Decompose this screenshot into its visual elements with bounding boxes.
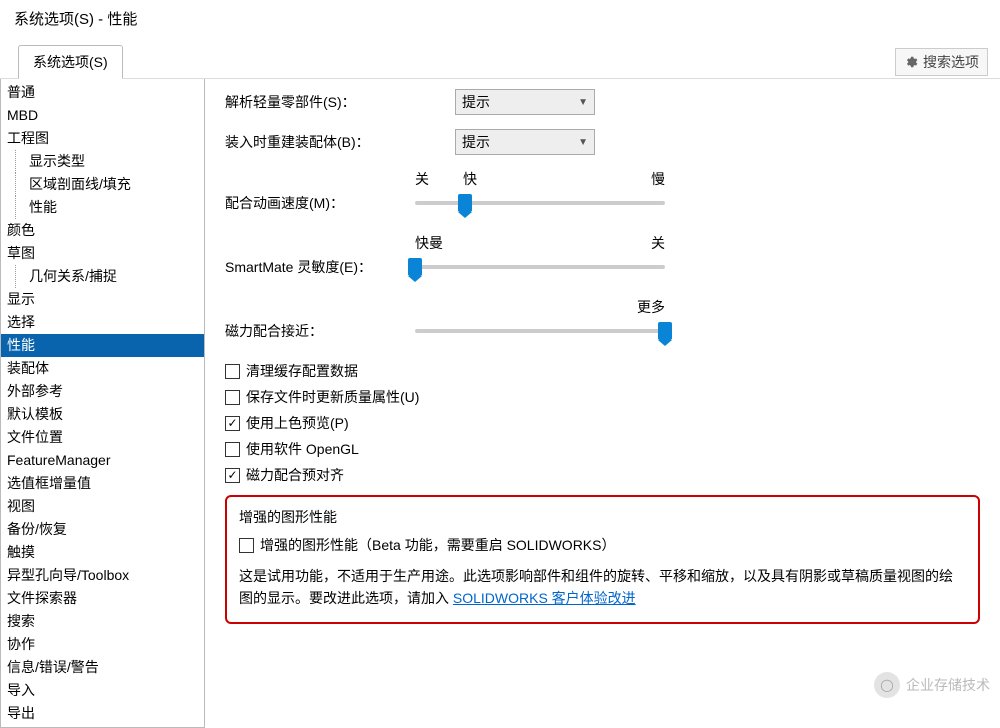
sidebar-item[interactable]: 草图 bbox=[1, 242, 204, 265]
animation-speed-label: 配合动画速度(M)： bbox=[225, 193, 415, 213]
slider1-label-fast: 快 bbox=[463, 169, 477, 189]
smartmate-sensitivity-slider[interactable] bbox=[415, 265, 665, 269]
sidebar-item[interactable]: 备份/恢复 bbox=[1, 518, 204, 541]
slider-thumb[interactable] bbox=[658, 322, 672, 340]
checkbox-label: 使用软件 OpenGL bbox=[246, 439, 359, 459]
enhanced-graphics-description: 这是试用功能，不适用于生产用途。此选项影响部件和组件的旋转、平移和缩放，以及具有… bbox=[239, 565, 966, 610]
slider-thumb[interactable] bbox=[408, 258, 422, 276]
sidebar-item[interactable]: 导出 bbox=[1, 702, 204, 725]
enhanced-graphics-checkbox[interactable] bbox=[239, 538, 254, 553]
sidebar-item[interactable]: 选择 bbox=[1, 311, 204, 334]
sidebar-item[interactable]: 异型孔向导/Toolbox bbox=[1, 564, 204, 587]
checkbox[interactable] bbox=[225, 364, 240, 379]
sidebar-item[interactable]: FeatureManager bbox=[1, 449, 204, 472]
slider1-label-slow: 慢 bbox=[651, 169, 665, 189]
enhanced-graphics-title: 增强的图形性能 bbox=[239, 507, 966, 527]
sidebar-item[interactable]: 搜索 bbox=[1, 610, 204, 633]
enhanced-graphics-check-label: 增强的图形性能（Beta 功能，需要重启 SOLIDWORKS） bbox=[260, 535, 615, 555]
checkbox[interactable] bbox=[225, 442, 240, 457]
watermark-logo-icon: ◯ bbox=[874, 672, 900, 698]
window-title: 系统选项(S) - 性能 bbox=[0, 0, 1000, 39]
sidebar-item[interactable]: 区域剖面线/填充 bbox=[1, 173, 204, 196]
sidebar-item[interactable]: 工程图 bbox=[1, 127, 204, 150]
checkbox-label: 清理缓存配置数据 bbox=[246, 361, 358, 381]
sidebar-item[interactable]: 导入 bbox=[1, 679, 204, 702]
slider3-label-more: 更多 bbox=[637, 297, 665, 317]
sidebar-item[interactable]: 选值框增量值 bbox=[1, 472, 204, 495]
sidebar-item[interactable]: 触摸 bbox=[1, 541, 204, 564]
sidebar-item[interactable]: 外部参考 bbox=[1, 380, 204, 403]
customer-experience-link[interactable]: SOLIDWORKS 客户体验改进 bbox=[453, 590, 636, 606]
checkbox[interactable] bbox=[225, 390, 240, 405]
tab-system-options[interactable]: 系统选项(S) bbox=[18, 45, 123, 79]
enhanced-graphics-group: 增强的图形性能 增强的图形性能（Beta 功能，需要重启 SOLIDWORKS）… bbox=[225, 495, 980, 624]
smartmate-sensitivity-label: SmartMate 灵敏度(E)： bbox=[225, 257, 415, 277]
chevron-down-icon: ▼ bbox=[578, 137, 588, 148]
rebuild-on-load-dropdown[interactable]: 提示 ▼ bbox=[455, 129, 595, 155]
checkbox[interactable] bbox=[225, 468, 240, 483]
sidebar-item[interactable]: 性能 bbox=[1, 196, 204, 219]
slider2-label-off: 关 bbox=[651, 233, 665, 253]
checkbox-label: 磁力配合预对齐 bbox=[246, 465, 344, 485]
checkbox-label: 保存文件时更新质量属性(U) bbox=[246, 387, 419, 407]
sidebar-item[interactable]: 显示类型 bbox=[1, 150, 204, 173]
sidebar-item[interactable]: MBD bbox=[1, 104, 204, 127]
sidebar-item[interactable]: 视图 bbox=[1, 495, 204, 518]
sidebar-item[interactable]: 颜色 bbox=[1, 219, 204, 242]
slider-thumb[interactable] bbox=[458, 194, 472, 212]
sidebar-item[interactable]: 文件位置 bbox=[1, 426, 204, 449]
slider1-label-off: 关 bbox=[415, 169, 429, 189]
magnetic-mate-proximity-label: 磁力配合接近： bbox=[225, 321, 415, 341]
chevron-down-icon: ▼ bbox=[578, 97, 588, 108]
sidebar-item[interactable]: 显示 bbox=[1, 288, 204, 311]
magnetic-mate-proximity-slider[interactable] bbox=[415, 329, 665, 333]
slider2-label-fast: 快曼 bbox=[415, 233, 443, 253]
sidebar-item[interactable]: 装配体 bbox=[1, 357, 204, 380]
sidebar: 普通MBD工程图显示类型区域剖面线/填充性能颜色草图几何关系/捕捉显示选择性能装… bbox=[0, 79, 205, 728]
resolve-lightweight-label: 解析轻量零部件(S)： bbox=[225, 92, 455, 112]
checkbox[interactable] bbox=[225, 416, 240, 431]
watermark: ◯ 企业存储技术 bbox=[874, 672, 990, 698]
sidebar-item[interactable]: 文件探索器 bbox=[1, 587, 204, 610]
checkbox-label: 使用上色预览(P) bbox=[246, 413, 349, 433]
resolve-lightweight-dropdown[interactable]: 提示 ▼ bbox=[455, 89, 595, 115]
sidebar-item[interactable]: 信息/错误/警告 bbox=[1, 656, 204, 679]
rebuild-on-load-label: 装入时重建装配体(B)： bbox=[225, 132, 455, 152]
sidebar-item[interactable]: 默认模板 bbox=[1, 403, 204, 426]
sidebar-item[interactable]: 性能 bbox=[1, 334, 204, 357]
sidebar-item[interactable]: 普通 bbox=[1, 81, 204, 104]
sidebar-item[interactable]: 几何关系/捕捉 bbox=[1, 265, 204, 288]
content-panel: 解析轻量零部件(S)： 提示 ▼ 装入时重建装配体(B)： 提示 ▼ 关 快 慢 bbox=[205, 79, 1000, 728]
sidebar-item[interactable]: 协作 bbox=[1, 633, 204, 656]
animation-speed-slider[interactable] bbox=[415, 201, 665, 205]
